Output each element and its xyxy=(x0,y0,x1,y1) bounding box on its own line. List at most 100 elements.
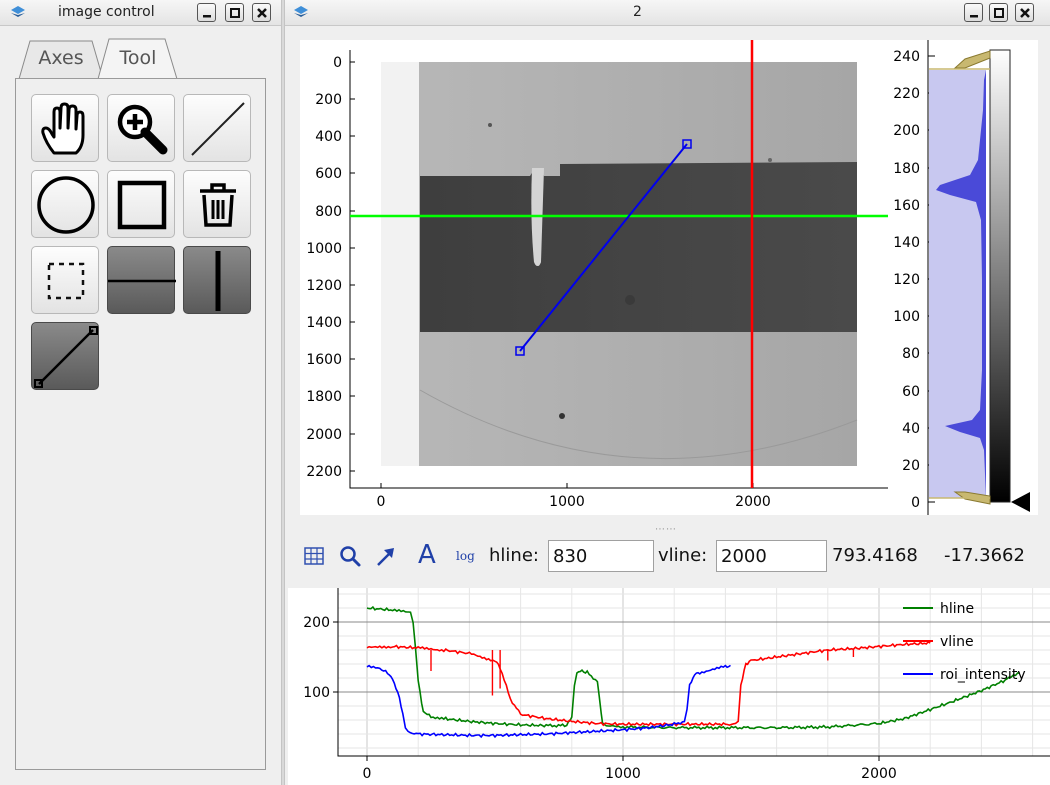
close-icon xyxy=(257,8,267,18)
tab-tool-label: Tool xyxy=(119,47,157,69)
trash-icon xyxy=(200,183,236,227)
x-tick-label: 2000 xyxy=(735,494,771,510)
plot-window-title: 2 xyxy=(633,4,642,20)
image-control-window: image control Axes Tool xyxy=(0,0,281,785)
magnifier-icon[interactable] xyxy=(338,544,362,568)
maximize-icon xyxy=(230,8,240,18)
rectangle-tool-button[interactable] xyxy=(107,170,175,238)
zoom-in-icon xyxy=(117,104,168,155)
y-tick-label: 1200 xyxy=(306,278,342,294)
hist-tick-label: 220 xyxy=(893,86,920,102)
profile-chart[interactable]: 0 1000 2000 100 200 hline vline roi_intensity xyxy=(288,588,1050,785)
vline-label: vline: xyxy=(658,545,708,566)
y-tick-label: 2200 xyxy=(306,464,342,480)
tab-tool[interactable]: Tool xyxy=(97,38,179,79)
image-plot[interactable]: 0 200 400 600 800 1000 1200 1400 1600 18… xyxy=(300,40,1038,515)
hline-tool-button[interactable] xyxy=(107,246,176,314)
text-icon[interactable]: A xyxy=(418,540,436,570)
y-tick-label: 0 xyxy=(333,55,342,71)
cursor-x-readout: 793.4168 xyxy=(832,545,918,566)
lut-gradient-bar[interactable] xyxy=(989,49,1011,503)
zoom-tool-button[interactable] xyxy=(107,94,175,162)
app-icon xyxy=(294,6,308,17)
y-tick-label: 2000 xyxy=(306,427,342,443)
hist-tick-label: 100 xyxy=(893,309,920,325)
arrow-icon[interactable] xyxy=(374,544,398,568)
app-icon xyxy=(11,6,25,17)
hist-tick-label: 240 xyxy=(893,49,920,65)
y-tick-label: 1800 xyxy=(306,389,342,405)
diagonal-line-icon xyxy=(191,102,245,156)
vline-tool-button[interactable] xyxy=(183,246,251,314)
line-handles-icon xyxy=(34,326,98,388)
minimize-button[interactable] xyxy=(197,3,216,22)
splitter-handle[interactable]: ⋯⋯ xyxy=(655,524,677,535)
image-y-tick-labels: 0 200 400 600 800 1000 1200 1400 1600 18… xyxy=(306,55,342,480)
plot-maximize-button[interactable] xyxy=(989,3,1008,22)
lut-arrow-handle[interactable] xyxy=(1011,492,1030,512)
window-title: image control xyxy=(58,4,155,20)
hist-tick-label: 200 xyxy=(893,123,920,139)
maximize-icon xyxy=(994,8,1004,18)
plot-toolbar: A log hline: vline: 793.4168 -17.3662 xyxy=(298,538,1048,574)
hist-tick-label: 160 xyxy=(893,198,920,214)
delete-tool-button[interactable] xyxy=(183,170,251,238)
legend-label: hline xyxy=(940,601,974,617)
histogram-tick-labels: 0 20 40 60 80 100 120 140 160 180 200 22… xyxy=(893,49,920,511)
image-control-titlebar: image control xyxy=(0,0,281,26)
histogram-panel[interactable]: 0 20 40 60 80 100 120 140 160 180 200 22… xyxy=(893,40,1030,515)
rect-select-tool-button[interactable] xyxy=(31,246,99,314)
x-tick-label: 1000 xyxy=(605,766,641,782)
plot-close-button[interactable] xyxy=(1015,3,1034,22)
y-tick-label: 600 xyxy=(315,166,342,182)
cursor-y-readout: -17.3662 xyxy=(944,545,1025,566)
log-icon[interactable]: log xyxy=(456,549,475,563)
y-tick-label: 100 xyxy=(303,685,330,701)
maximize-button[interactable] xyxy=(225,3,244,22)
grid-icon[interactable] xyxy=(302,544,326,568)
pan-tool-button[interactable] xyxy=(31,94,99,162)
hist-tick-label: 180 xyxy=(893,161,920,177)
line-tool-button[interactable] xyxy=(183,94,251,162)
close-icon xyxy=(1020,8,1030,18)
tool-panel xyxy=(15,78,266,770)
x-tick-label: 0 xyxy=(377,494,386,510)
x-tick-label: 1000 xyxy=(549,494,585,510)
hist-tick-label: 80 xyxy=(902,346,920,362)
y-tick-label: 1400 xyxy=(306,315,342,331)
y-tick-label: 400 xyxy=(315,129,342,145)
x-tick-label: 2000 xyxy=(861,766,897,782)
circle-tool-button[interactable] xyxy=(31,170,99,238)
plot-minimize-button[interactable] xyxy=(964,3,983,22)
y-tick-label: 1000 xyxy=(306,241,342,257)
y-tick-label: 200 xyxy=(303,615,330,631)
x-tick-label: 0 xyxy=(363,766,372,782)
tab-axes-label: Axes xyxy=(38,47,84,69)
horizontal-line-icon xyxy=(108,279,176,283)
hline-input[interactable] xyxy=(548,540,654,572)
lut-max-handle[interactable] xyxy=(953,50,991,69)
y-tick-label: 200 xyxy=(315,92,342,108)
dashed-rect-icon xyxy=(47,262,85,300)
detector-image xyxy=(381,62,858,466)
close-button[interactable] xyxy=(252,3,271,22)
y-tick-label: 1600 xyxy=(306,352,342,368)
hist-tick-label: 40 xyxy=(902,421,920,437)
vline-input[interactable] xyxy=(716,540,827,572)
hand-icon xyxy=(41,102,85,155)
line-roi-tool-button[interactable] xyxy=(31,322,99,390)
legend-label: roi_intensity xyxy=(940,667,1026,683)
square-icon xyxy=(117,180,167,230)
tab-axes[interactable]: Axes xyxy=(18,38,104,79)
hist-tick-label: 140 xyxy=(893,235,920,251)
hist-tick-label: 60 xyxy=(902,384,920,400)
window-divider[interactable] xyxy=(281,0,285,785)
minimize-icon xyxy=(203,15,211,18)
hist-tick-label: 20 xyxy=(902,458,920,474)
y-tick-label: 800 xyxy=(315,204,342,220)
legend-label: vline xyxy=(940,634,974,650)
hist-tick-label: 0 xyxy=(911,495,920,511)
minimize-icon xyxy=(970,15,978,18)
vertical-line-icon xyxy=(215,251,221,311)
hline-label: hline: xyxy=(489,545,539,566)
